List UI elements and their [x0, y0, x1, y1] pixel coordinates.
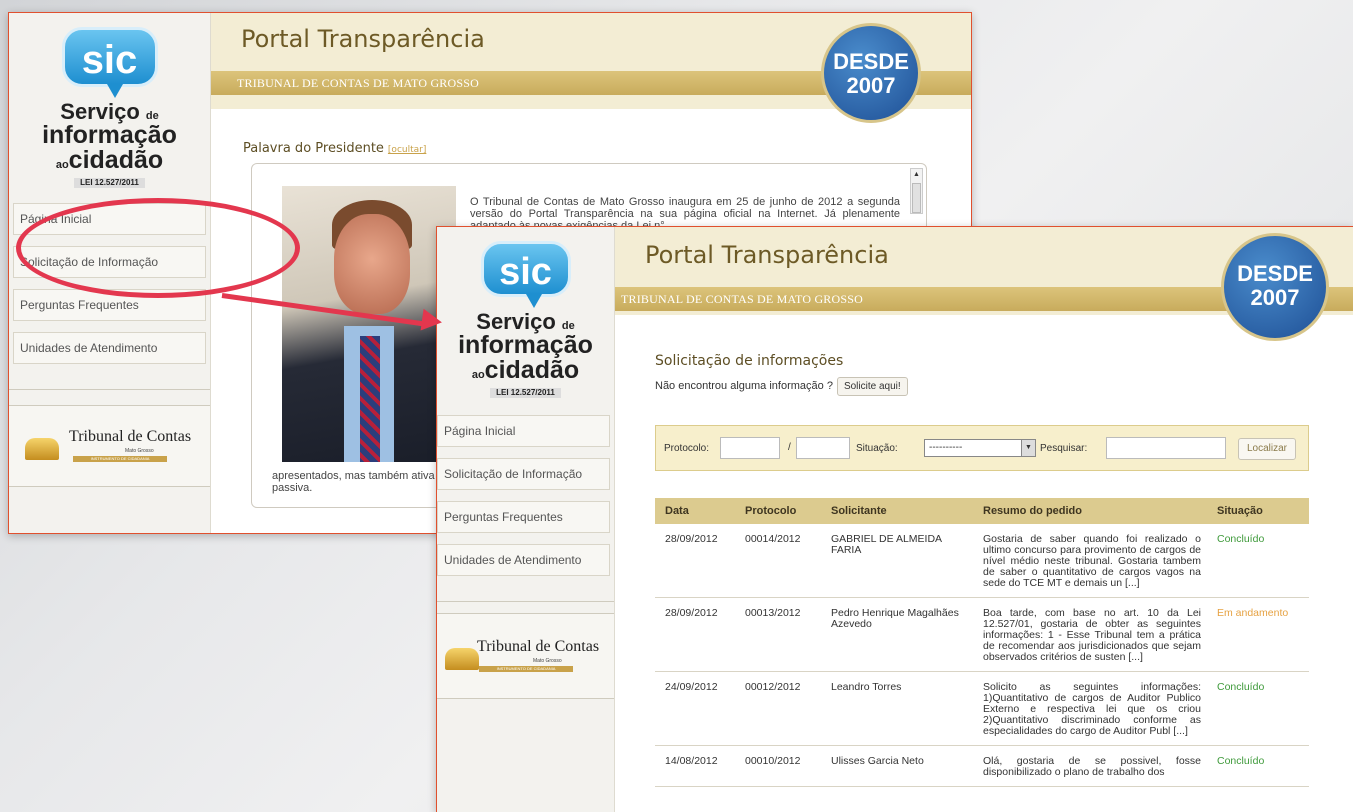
cell-summary: Boa tarde, com base no art. 10 da Lei 12… [973, 597, 1207, 672]
search-input[interactable] [1106, 437, 1226, 459]
col-protocol: Protocolo [735, 498, 821, 524]
tribunal-logo[interactable]: Tribunal de Contas Mato Grosso INSTRUMEN… [9, 405, 210, 487]
section-title: Solicitação de informações [655, 353, 844, 369]
hide-link[interactable]: [ocultar] [388, 145, 426, 155]
law-label: LEI 12.527/2011 [490, 388, 561, 398]
cell-date: 28/09/2012 [655, 597, 735, 672]
cell-protocol: 00010/2012 [735, 745, 821, 787]
arrow-right-icon [420, 308, 444, 334]
cell-status: Concluído [1207, 671, 1309, 746]
sic-bubble-icon: sic [480, 241, 571, 308]
search-bar: Protocolo: / Situação: ---------- ▼ Pesqu… [655, 425, 1309, 471]
request-here-button[interactable]: Solicite aqui! [836, 377, 908, 396]
table-row[interactable]: 28/09/2012 00013/2012 Pedro Henrique Magal… [655, 597, 1309, 672]
status-select[interactable]: ---------- ▼ [924, 439, 1036, 457]
sidebar-menu: Página Inicial Solicitação de Informação… [437, 415, 614, 602]
protocol-number-input[interactable] [720, 437, 780, 459]
cell-protocol: 00014/2012 [735, 524, 821, 598]
cell-requester: Leandro Torres [821, 671, 973, 746]
cell-status: Concluído [1207, 524, 1309, 598]
since-2007-badge: DESDE 2007 [821, 23, 921, 123]
cell-status: Concluído [1207, 745, 1309, 787]
tribunal-building-icon [25, 438, 59, 460]
menu-item-faq[interactable]: Perguntas Frequentes [437, 501, 610, 533]
menu-item-request[interactable]: Solicitação de Informação [437, 458, 610, 490]
portal-title: Portal Transparência [645, 241, 889, 269]
locate-button[interactable]: Localizar [1238, 438, 1296, 460]
sidebar: sic Serviço de informação aocidadão LEI … [437, 227, 615, 812]
tribunal-logo[interactable]: Tribunal de Contas Mato Grosso INSTRUMEN… [437, 613, 614, 699]
cell-summary: Olá, gostaria de se possivel, fosse disp… [973, 745, 1207, 787]
cell-date: 14/08/2012 [655, 745, 735, 787]
not-found-line: Não encontrou alguma informação ? Solicit… [655, 377, 908, 396]
cell-date: 24/09/2012 [655, 671, 735, 746]
sic-logo-text: Serviço de informação aocidadão LEI 12.5… [458, 309, 593, 398]
sic-bubble-icon: sic [61, 27, 158, 98]
portal-title: Portal Transparência [241, 25, 485, 53]
president-section-title: Palavra do Presidente [ocultar] [243, 141, 427, 156]
since-2007-badge: DESDE 2007 [1221, 233, 1329, 341]
highlight-ellipse [16, 198, 300, 298]
president-text-bottom: apresentados, mas também ativa e passiva… [272, 470, 444, 494]
menu-item-home[interactable]: Página Inicial [437, 415, 610, 447]
cell-date: 28/09/2012 [655, 524, 735, 598]
table-header-row: Data Protocolo Solicitante Resumo do ped… [655, 498, 1309, 524]
cell-protocol: 00012/2012 [735, 671, 821, 746]
sic-logo-text: Serviço de informação aocidadão LEI 12.5… [42, 99, 177, 188]
header: Portal Transparência TRIBUNAL DE CONTAS … [615, 227, 1353, 341]
scroll-up-icon[interactable]: ▲ [913, 171, 920, 178]
header: Portal Transparência TRIBUNAL DE CONTAS … [211, 13, 971, 123]
table-row[interactable]: 24/09/2012 00012/2012 Leandro Torres Solici… [655, 671, 1309, 746]
col-date: Data [655, 498, 735, 524]
menu-item-service-units[interactable]: Unidades de Atendimento [437, 544, 610, 576]
table-row[interactable]: 28/09/2012 00014/2012 GABRIEL DE ALMEIDA F… [655, 524, 1309, 598]
col-requester: Solicitante [821, 498, 973, 524]
cell-requester: GABRIEL DE ALMEIDA FARIA [821, 524, 973, 598]
cell-requester: Ulisses Garcia Neto [821, 745, 973, 787]
protocol-year-input[interactable] [796, 437, 850, 459]
cell-protocol: 00013/2012 [735, 597, 821, 672]
tribunal-building-icon [445, 648, 479, 670]
sic-logo[interactable]: sic Serviço de informação aocidadão LEI … [437, 241, 614, 399]
table-row[interactable]: 14/08/2012 00010/2012 Ulisses Garcia Neto O… [655, 745, 1309, 787]
requests-table: Data Protocolo Solicitante Resumo do ped… [655, 498, 1309, 787]
screenshot-requests: sic Serviço de informação aocidadão LEI … [436, 226, 1353, 812]
col-status: Situação [1207, 498, 1309, 524]
chevron-down-icon[interactable]: ▼ [1021, 440, 1035, 456]
scrollbar[interactable]: ▲ [910, 168, 923, 214]
cell-status: Em andamento [1207, 597, 1309, 672]
menu-item-service-units[interactable]: Unidades de Atendimento [13, 332, 206, 364]
cell-summary: Solicito as seguintes informações: 1)Qua… [973, 671, 1207, 746]
col-summary: Resumo do pedido [973, 498, 1207, 524]
scroll-thumb[interactable] [912, 183, 921, 213]
sic-logo[interactable]: sic Serviço de informação aocidadão LEI … [9, 27, 210, 189]
law-label: LEI 12.527/2011 [74, 178, 145, 188]
cell-summary: Gostaria de saber quando foi realizado o… [973, 524, 1207, 598]
cell-requester: Pedro Henrique Magalhães Azevedo [821, 597, 973, 672]
